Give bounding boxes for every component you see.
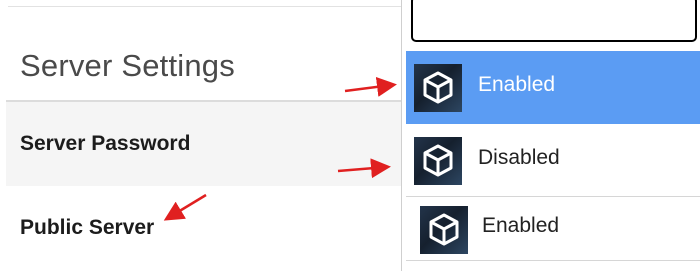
option-disabled[interactable]: Disabled [406,124,700,197]
server-password-label: Server Password [20,132,191,155]
dropdown-search-input[interactable] [411,0,697,42]
option-enabled-label: Enabled [478,73,556,96]
option-disabled-label: Disabled [478,146,560,169]
public-server-label: Public Server [20,216,155,239]
box-icon [414,137,462,185]
box-icon [420,206,468,254]
section-title: Server Settings [20,48,235,83]
server-password-row[interactable]: Server Password [6,100,426,187]
screen: Server Settings Server Password Public S… [0,0,700,271]
public-server-row[interactable]: Public Server [6,186,426,271]
option-enabled[interactable]: Enabled [406,51,700,124]
selected-value-label: Enabled [482,214,560,237]
box-icon [414,64,462,112]
public-server-select[interactable]: Enabled [406,200,700,261]
dropdown-menu: Enabled Disabled Enabled [401,0,700,271]
arrow-to-enabled [344,76,397,97]
top-divider [8,6,408,7]
